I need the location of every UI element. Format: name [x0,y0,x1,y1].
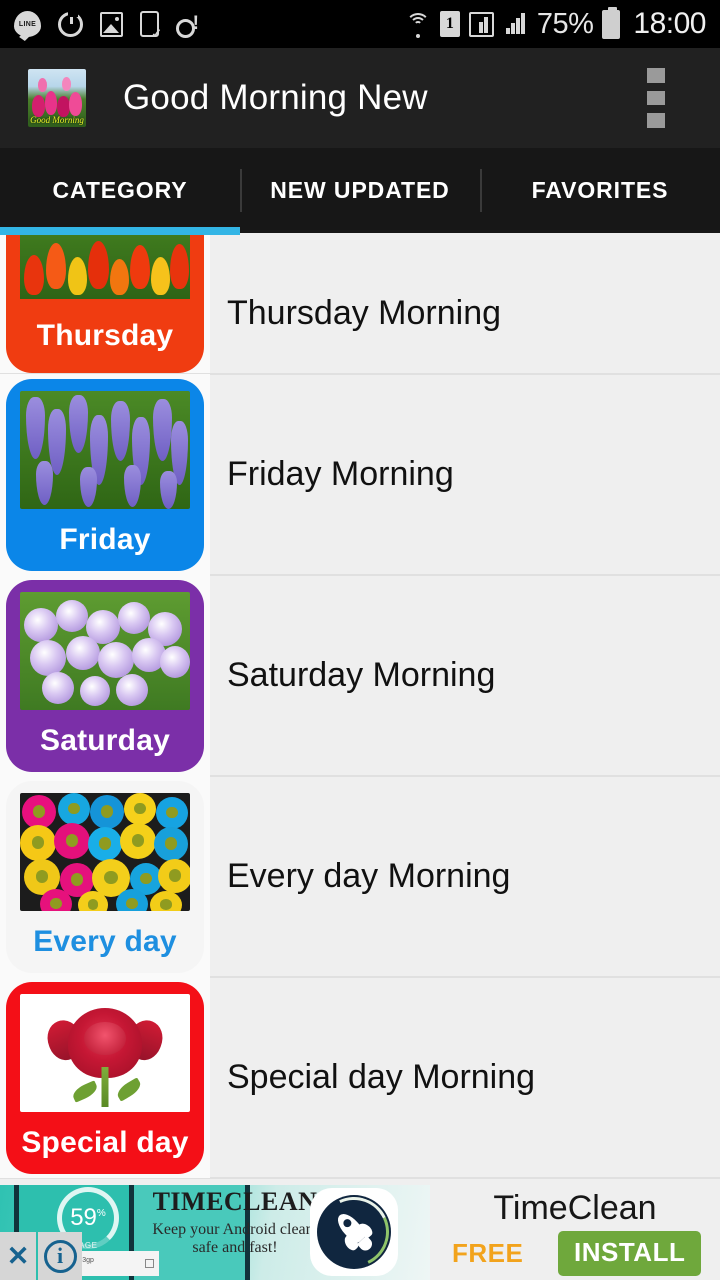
line-icon: LINE [14,11,41,37]
list-item[interactable]: Saturday Saturday Morning [0,575,720,777]
category-card-label: Thursday [36,319,174,352]
category-card-label: Special day [21,1125,189,1159]
tab-new-updated[interactable]: NEW UPDATED [240,148,480,233]
tab-bar: CATEGORY NEW UPDATED FAVORITES [0,148,720,233]
list-item-title: Special day Morning [227,1058,536,1096]
status-bar-left-icons: LINE [14,11,202,40]
app-screen: LINE 1 75% 18:00 Good Morning Good Morn [0,0,720,1280]
app-icon-caption: Good Morning [30,115,84,125]
ad-price-label: FREE [452,1238,524,1268]
list-item[interactable]: Special day Special day Morning [0,977,720,1179]
ad-banner[interactable]: 59% STORAGE _004235.3gp TIMECLEAN Keep y… [0,1185,720,1280]
battery-percent-label: 75% [536,7,594,40]
ad-tagline-line-2: safe and fast! [192,1238,278,1256]
list-item-title: Every day Morning [227,857,511,895]
ad-cta-area[interactable]: TimeClean FREE INSTALL [430,1185,720,1280]
tab-favorites[interactable]: FAVORITES [480,148,720,233]
status-bar-clock: 18:00 [633,7,706,40]
list-item-title: Saturday Morning [227,656,496,694]
category-card-label: Saturday [40,723,170,757]
list-item-thumbnail: Thursday [0,235,210,373]
app-bar: Good Morning Good Morning New [0,48,720,148]
overflow-menu-icon[interactable] [636,68,676,129]
list-item[interactable]: Friday Friday Morning [0,374,720,576]
flower-photo-red-tulips [20,235,190,299]
ad-brand-small: TIMECLEAN [152,1187,318,1216]
gallery-icon [100,11,123,37]
category-card-saturday: Saturday [6,579,204,772]
flower-photo-grape-hyacinth [20,390,190,509]
flower-photo-mixed-daisies [20,792,190,911]
tab-active-indicator [0,227,240,235]
category-card-special-day: Special day [6,981,204,1174]
ad-file-checkbox-icon [145,1259,154,1268]
list-item-thumbnail: Special day [0,977,210,1178]
category-card-label: Friday [59,522,151,556]
close-icon[interactable]: ✕ [0,1232,36,1280]
list-item[interactable]: Thursday Thursday Morning [0,235,720,375]
install-button[interactable]: INSTALL [558,1231,702,1276]
list-item-thumbnail: Every day [0,776,210,977]
ad-copy: TIMECLEAN Keep your Android clean, safe … [135,1187,335,1257]
battery-icon [602,6,621,39]
info-icon-glyph: i [43,1239,77,1273]
ad-app-logo [309,1187,399,1277]
wifi-icon [405,12,431,38]
tab-category[interactable]: CATEGORY [0,148,240,233]
flower-photo-red-rose [20,993,190,1112]
sim-1-icon: 1 [439,11,460,37]
category-card-every-day: Every day [6,780,204,973]
line-icon-label: LINE [18,20,37,28]
phone-download-icon [140,11,162,40]
page-title: Good Morning New [123,78,428,117]
sim-number: 1 [445,15,454,32]
category-list[interactable]: Thursday Thursday Morning Friday Friday … [0,235,720,1185]
category-card-label: Every day [33,924,177,958]
list-item-thumbnail: Saturday [0,575,210,776]
list-item-title: Thursday Morning [227,294,502,332]
signal-1-icon [468,11,494,37]
status-bar: LINE 1 75% 18:00 [0,0,720,48]
signal-2-icon [503,12,528,37]
list-item-thumbnail: Friday [0,374,210,575]
alert-icon [176,12,202,38]
list-item-title: Friday Morning [227,455,454,493]
power-sync-icon [58,11,83,37]
ad-storage-percent: 59 [70,1204,97,1231]
app-icon: Good Morning [28,69,86,127]
ad-storage-percent-unit: % [96,1208,106,1219]
status-bar-right-icons: 1 75% 18:00 [405,6,706,41]
category-card-friday: Friday [6,378,204,571]
info-icon[interactable]: i [38,1232,82,1280]
ad-tagline-line-1: Keep your Android clean, [152,1221,318,1238]
category-card-thursday: Thursday [6,235,204,373]
list-item[interactable]: Every day Every day Morning [0,776,720,978]
flower-photo-crocus [20,591,190,710]
ad-app-title: TimeClean [493,1189,657,1227]
